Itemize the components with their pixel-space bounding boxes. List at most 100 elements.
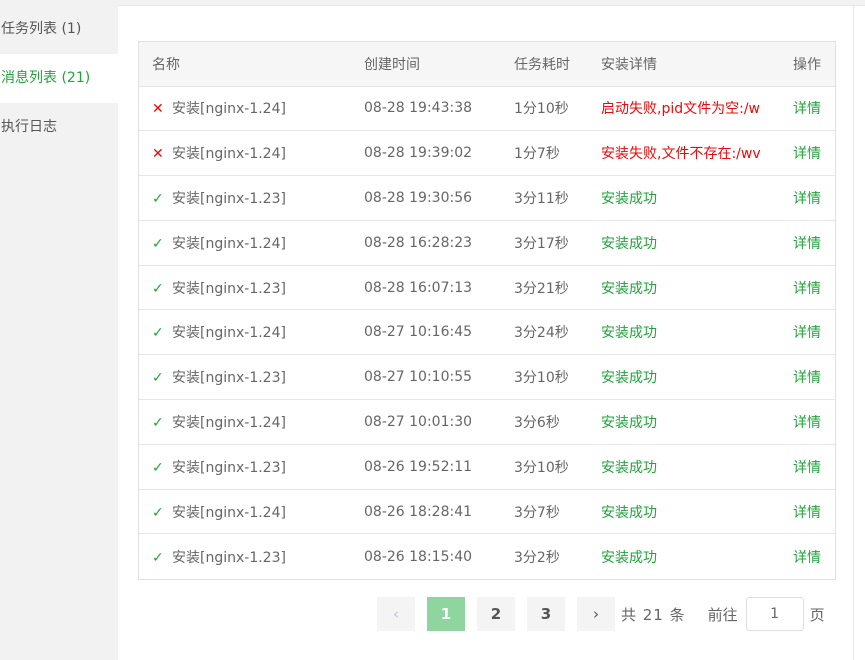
install-detail-text: 安装成功 xyxy=(601,549,657,566)
name-cell: ✕ 安装[nginx-1.24] xyxy=(139,86,351,132)
duration-cell: 3分7秒 xyxy=(501,489,588,535)
action-cell: 详情 xyxy=(780,399,835,445)
success-check-icon: ✓ xyxy=(152,235,164,252)
install-detail-cell: 安装成功 xyxy=(588,354,780,401)
sidebar: 任务列表 (1) 消息列表 (21) 执行日志 xyxy=(0,0,118,660)
detail-link[interactable]: 详情 xyxy=(793,550,821,566)
page-button-2[interactable]: 2 xyxy=(477,597,515,631)
action-cell: 详情 xyxy=(780,220,835,266)
name-cell: ✓ 安装[nginx-1.24] xyxy=(139,399,351,445)
name-cell: ✓ 安装[nginx-1.24] xyxy=(139,309,351,356)
success-check-icon: ✓ xyxy=(152,549,164,566)
sidebar-item-execution-log[interactable]: 执行日志 xyxy=(0,103,118,152)
install-detail-cell: 启动失败,pid文件为空:/w xyxy=(588,86,780,132)
created-time-cell: 08-28 19:43:38 xyxy=(351,86,501,132)
top-border xyxy=(118,0,865,6)
action-cell: 详情 xyxy=(780,444,835,490)
name-cell: ✓ 安装[nginx-1.23] xyxy=(139,354,351,401)
detail-link[interactable]: 详情 xyxy=(793,370,821,386)
page-button-3[interactable]: 3 xyxy=(527,597,565,631)
created-time-cell: 08-26 18:15:40 xyxy=(364,548,473,565)
created-time-cell: 08-28 19:30:56 xyxy=(351,175,501,221)
page-button-1[interactable]: 1 xyxy=(427,597,465,631)
detail-link[interactable]: 详情 xyxy=(793,415,821,431)
duration-cell: 3分21秒 xyxy=(501,265,588,311)
success-check-icon: ✓ xyxy=(152,325,164,342)
created-time-cell: 08-26 18:28:41 xyxy=(351,489,501,535)
created-time-cell: 08-27 10:10:55 xyxy=(351,354,501,401)
task-name: 安装[nginx-1.23] xyxy=(172,370,286,387)
action-cell: 详情 xyxy=(780,175,835,221)
detail-link[interactable]: 详情 xyxy=(793,101,821,117)
install-detail-cell: 安装成功 xyxy=(588,175,780,221)
name-cell: ✓ 安装[nginx-1.24] xyxy=(139,489,351,535)
task-name: 安装[nginx-1.23] xyxy=(172,549,286,566)
created-time-cell: 08-27 10:16:45 xyxy=(351,309,501,356)
table-row: ✓ 安装[nginx-1.23] 08-26 19:52:11 3分10秒 安装成功 详情 xyxy=(139,444,835,490)
name-cell: ✓ 安装[nginx-1.23] xyxy=(139,444,351,490)
task-name: 安装[nginx-1.23] xyxy=(172,280,286,297)
success-check-icon: ✓ xyxy=(152,280,164,297)
task-name: 安装[nginx-1.24] xyxy=(172,101,286,118)
table-row: ✓ 安装[nginx-1.23] 08-27 10:10:55 3分10秒 安装成功 详情 xyxy=(139,354,835,401)
table-row: ✓ 安装[nginx-1.23] 08-28 19:30:56 3分11秒 安装成功 详情 xyxy=(139,175,835,221)
table-row: ✓ 安装[nginx-1.24] 08-27 10:16:45 3分24秒 安装成功 详情 xyxy=(139,309,835,356)
next-page-button[interactable]: › xyxy=(577,597,615,631)
fail-x-icon: ✕ xyxy=(152,101,164,118)
page-unit-label: 页 xyxy=(809,605,825,624)
task-name: 安装[nginx-1.23] xyxy=(172,190,286,207)
goto-page-input[interactable] xyxy=(745,597,804,631)
detail-link[interactable]: 详情 xyxy=(793,191,821,207)
detail-link[interactable]: 详情 xyxy=(793,460,821,476)
duration-cell: 1分7秒 xyxy=(501,130,588,177)
duration-cell: 3分24秒 xyxy=(501,309,588,356)
name-cell: ✓ 安装[nginx-1.23] xyxy=(139,175,351,221)
prev-page-button[interactable]: ‹ xyxy=(377,597,415,631)
install-detail-text: 安装成功 xyxy=(601,280,657,297)
created-time-cell: 08-28 19:39:02 xyxy=(351,130,501,177)
table-body: ✕ 安装[nginx-1.24] 08-28 19:43:38 1分10秒 启动失败,p… xyxy=(139,86,835,579)
column-header-duration: 任务耗时 xyxy=(501,42,588,87)
install-detail-cell: 安装成功 xyxy=(588,220,780,266)
install-detail-text: 安装成功 xyxy=(601,370,657,387)
install-detail-text: 安装失败,文件不存在:/wv xyxy=(601,146,761,163)
total-count: 共 21 条 xyxy=(621,605,686,624)
table-row: ✓ 安装[nginx-1.24] 08-26 18:28:41 3分7秒 安装成功 详情 xyxy=(139,489,835,535)
name-cell: ✓ 安装[nginx-1.23] xyxy=(139,265,351,311)
task-name: 安装[nginx-1.23] xyxy=(172,459,286,476)
install-detail-text: 启动失败,pid文件为空:/w xyxy=(601,101,760,118)
install-detail-cell: 安装成功 xyxy=(588,534,780,579)
install-detail-text: 安装成功 xyxy=(601,325,657,342)
duration-cell: 3分11秒 xyxy=(501,175,588,221)
action-cell: 详情 xyxy=(780,86,835,132)
name-cell: ✓ 安装[nginx-1.23] xyxy=(139,534,351,579)
success-check-icon: ✓ xyxy=(152,504,164,521)
install-detail-cell: 安装成功 xyxy=(588,265,780,311)
scrollbar-track[interactable] xyxy=(853,6,865,660)
success-check-icon: ✓ xyxy=(152,459,164,476)
install-detail-text: 安装成功 xyxy=(601,235,657,252)
duration-cell: 3分17秒 xyxy=(501,220,588,266)
table-row: ✕ 安装[nginx-1.24] 08-28 19:43:38 1分10秒 启动失败,p… xyxy=(139,86,835,132)
goto-label: 前往 xyxy=(707,605,738,624)
sidebar-item-tasks[interactable]: 任务列表 (1) xyxy=(0,5,118,54)
install-detail-cell: 安装失败,文件不存在:/wv xyxy=(588,130,780,177)
detail-link[interactable]: 详情 xyxy=(793,505,821,521)
message-table: 名称 创建时间 任务耗时 安装详情 操作 ✕ 安装[nginx-1.24] 08-2… xyxy=(138,41,836,580)
detail-link[interactable]: 详情 xyxy=(793,281,821,297)
created-time-cell: 08-28 16:28:23 xyxy=(351,220,501,266)
table-row: ✕ 安装[nginx-1.24] 08-28 19:39:02 1分7秒 安装失败,文件… xyxy=(139,130,835,177)
detail-link[interactable]: 详情 xyxy=(793,146,821,162)
install-detail-cell: 安装成功 xyxy=(588,444,780,490)
install-detail-cell: 安装成功 xyxy=(588,489,780,535)
created-time-cell: 08-26 19:52:11 xyxy=(351,444,501,490)
duration-cell: 3分2秒 xyxy=(514,549,560,566)
column-header-install-detail: 安装详情 xyxy=(588,42,780,87)
install-detail-text: 安装成功 xyxy=(601,504,657,521)
action-cell: 详情 xyxy=(780,534,835,579)
detail-link[interactable]: 详情 xyxy=(793,325,821,341)
sidebar-item-messages[interactable]: 消息列表 (21) xyxy=(0,54,118,103)
action-cell: 详情 xyxy=(780,130,835,177)
created-time-cell: 08-27 10:01:30 xyxy=(351,399,501,445)
detail-link[interactable]: 详情 xyxy=(793,236,821,252)
